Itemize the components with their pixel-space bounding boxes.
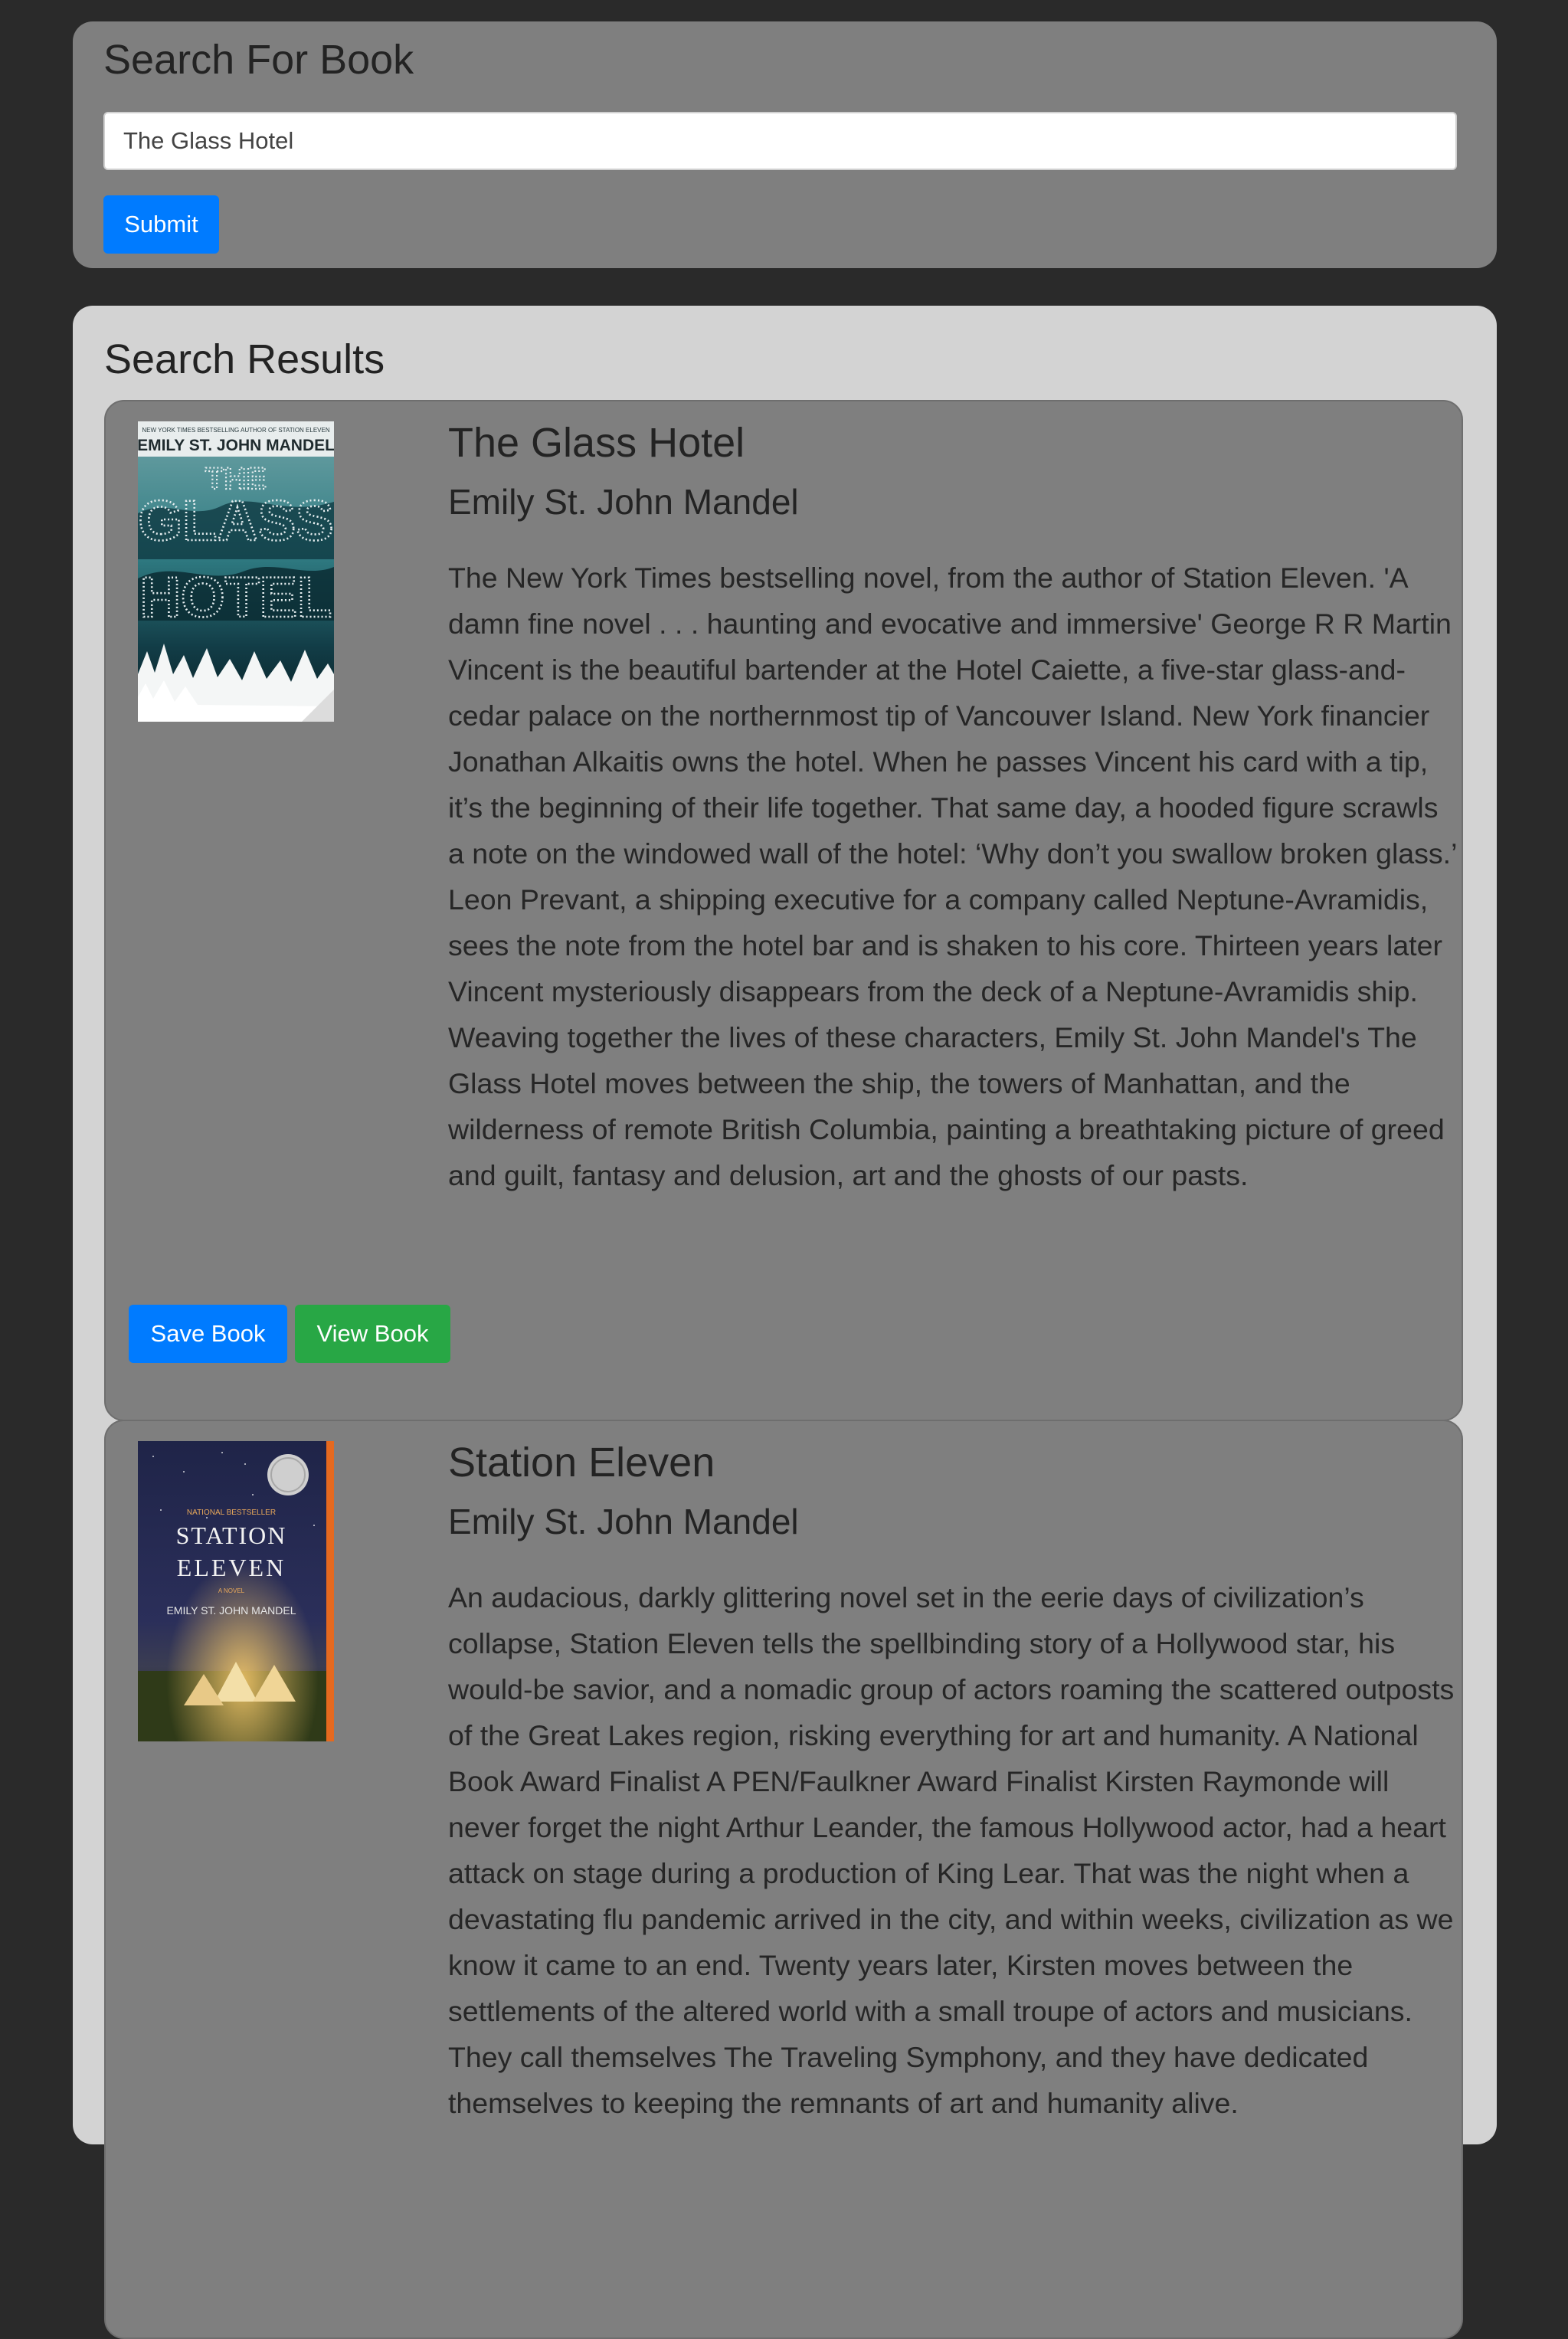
cover-top-line: NEW YORK TIMES BESTSELLING AUTHOR OF STA… <box>142 427 329 434</box>
cover-word-station: STATION <box>176 1522 287 1549</box>
book-description: The New York Times bestselling novel, fr… <box>448 562 1457 1191</box>
cover-author: EMILY ST. JOHN MANDEL <box>166 1604 296 1617</box>
book-title: Station Eleven <box>448 1440 715 1486</box>
book-cover-image[interactable]: NEW YORK TIMES BESTSELLING AUTHOR OF STA… <box>138 421 334 722</box>
cover-word-hotel: HOTEL <box>140 565 332 629</box>
save-book-button[interactable]: Save Book <box>129 1305 287 1363</box>
book-author: Emily St. John Mandel <box>448 482 799 522</box>
cover-subtitle: A NOVEL <box>218 1587 245 1594</box>
cover-badge: NATIONAL BESTSELLER <box>187 1509 276 1517</box>
results-heading: Search Results <box>104 336 385 382</box>
submit-button[interactable]: Submit <box>103 195 219 254</box>
cover-author: EMILY ST. JOHN MANDEL <box>138 437 334 454</box>
results-panel: Search Results NEW YORK TIMES BESTSELLIN… <box>73 306 1497 2339</box>
book-title: The Glass Hotel <box>448 420 745 466</box>
view-book-button[interactable]: View Book <box>295 1305 450 1363</box>
search-input[interactable] <box>103 112 1457 170</box>
book-card: NATIONAL BESTSELLER STATION ELEVEN A NOV… <box>104 1420 1463 2339</box>
cover-word-glass: GLASS <box>139 489 334 552</box>
book-card: NEW YORK TIMES BESTSELLING AUTHOR OF STA… <box>104 400 1463 1421</box>
book-cover-image[interactable]: NATIONAL BESTSELLER STATION ELEVEN A NOV… <box>138 1441 334 1741</box>
book-description: An audacious, darkly glittering novel se… <box>448 1581 1455 2119</box>
book-author: Emily St. John Mandel <box>448 1502 799 1541</box>
search-heading: Search For Book <box>103 37 414 83</box>
search-panel: Search For Book Submit <box>73 21 1497 268</box>
cover-word-eleven: ELEVEN <box>177 1554 286 1581</box>
